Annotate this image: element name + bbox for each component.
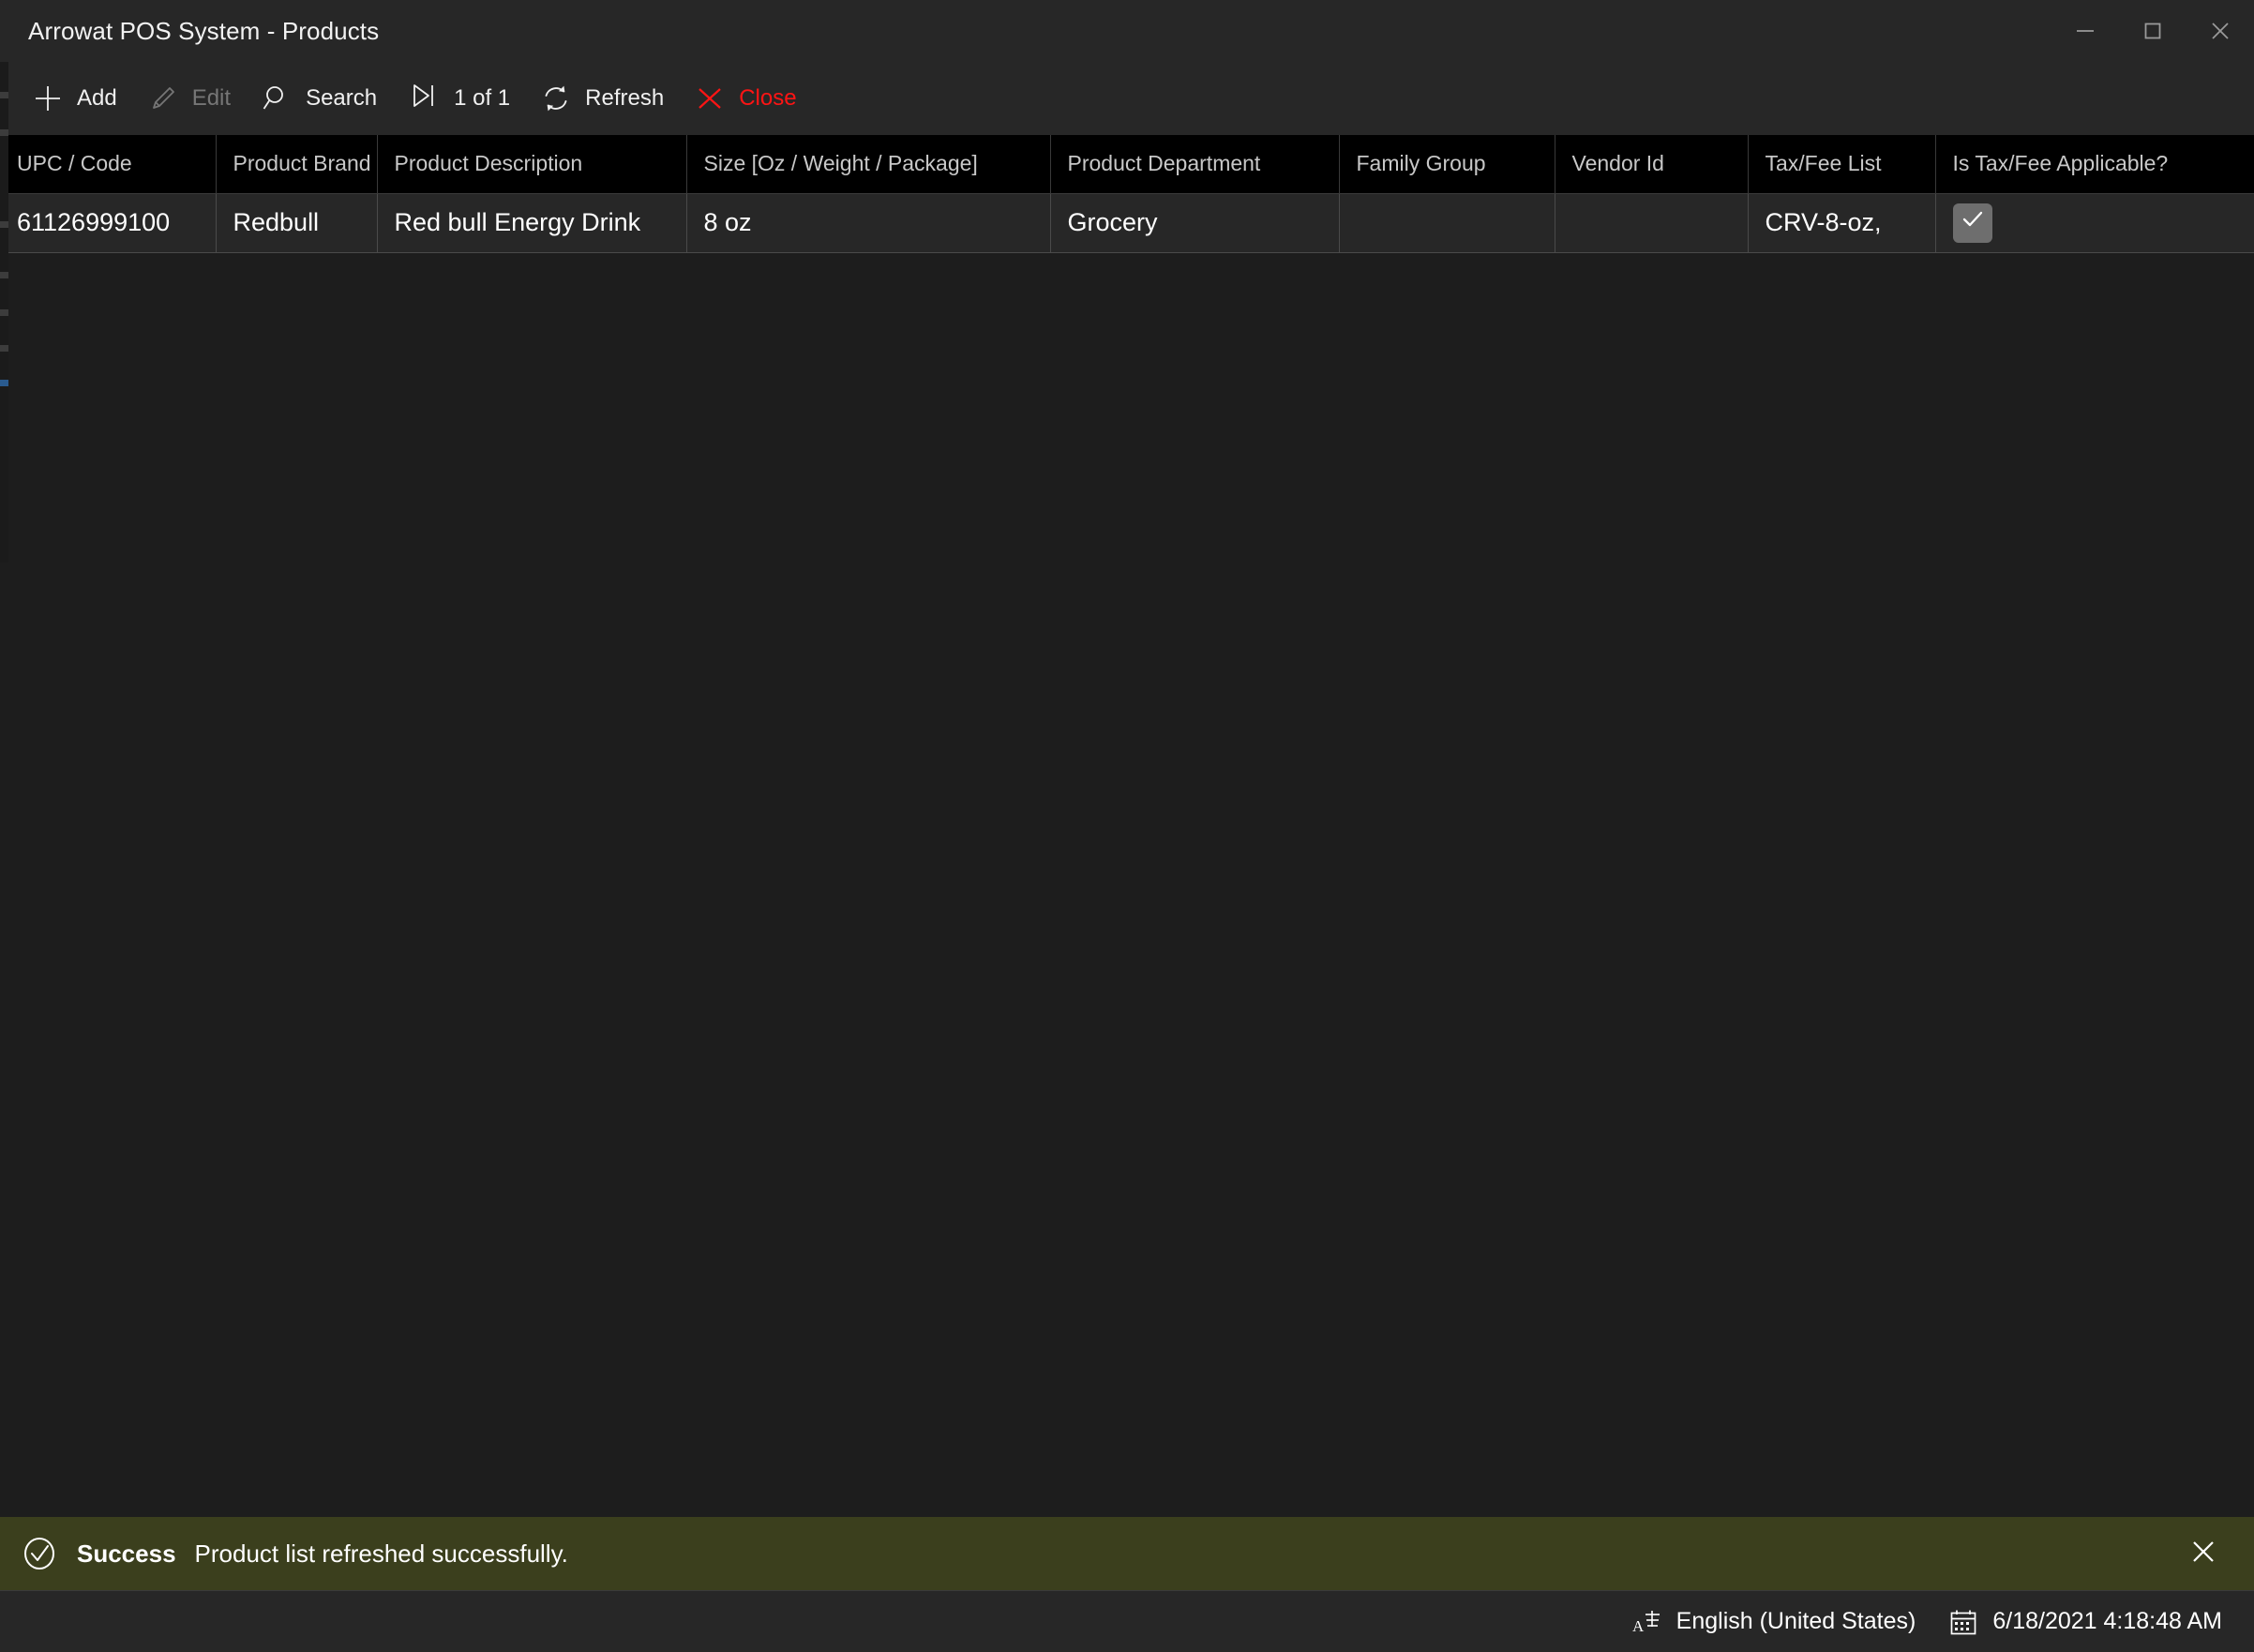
window-close-button[interactable] xyxy=(2186,0,2254,62)
plus-icon xyxy=(32,83,64,114)
column-header-family-group[interactable]: Family Group xyxy=(1339,135,1555,194)
column-header-product-description[interactable]: Product Description xyxy=(377,135,687,194)
datetime-indicator[interactable]: 6/18/2021 4:18:48 AM xyxy=(1947,1606,2222,1638)
add-label: Add xyxy=(77,85,117,111)
datetime-label: 6/18/2021 4:18:48 AM xyxy=(1992,1608,2222,1634)
pager-label: 1 of 1 xyxy=(454,85,511,111)
tax-applicable-checkbox[interactable] xyxy=(1952,203,1992,243)
status-bar: A English (United States) 6/18/2021 4:18… xyxy=(0,1590,2254,1652)
cell-product-brand: Redbull xyxy=(216,193,378,253)
notification-title: Success xyxy=(77,1539,176,1568)
cell-is-tax-fee-applicable xyxy=(1935,193,2254,253)
close-icon xyxy=(2207,18,2233,44)
refresh-label: Refresh xyxy=(585,85,665,111)
calendar-icon xyxy=(1947,1606,1979,1638)
window-title: Arrowat POS System - Products xyxy=(28,16,380,45)
add-button[interactable]: Add xyxy=(17,70,132,127)
cell-family-group xyxy=(1339,193,1555,253)
refresh-circular-arrows-icon xyxy=(540,83,572,114)
pencil-icon xyxy=(147,83,179,114)
column-header-product-department[interactable]: Product Department xyxy=(1050,135,1340,194)
minimize-button[interactable] xyxy=(2051,0,2119,62)
minimize-icon xyxy=(2072,18,2098,44)
maximize-button[interactable] xyxy=(2119,0,2186,62)
cell-size: 8 oz xyxy=(686,193,1051,253)
pager[interactable]: 1 of 1 xyxy=(392,70,525,127)
edit-label: Edit xyxy=(191,85,232,111)
table-header-row: UPC / Code Product Brand Product Descrip… xyxy=(0,135,2254,194)
edit-button[interactable]: Edit xyxy=(132,70,246,127)
maximize-icon xyxy=(2140,18,2166,44)
column-header-product-brand[interactable]: Product Brand xyxy=(216,135,378,194)
svg-text:A: A xyxy=(1632,1617,1645,1635)
cell-upc: 61126999100 xyxy=(0,193,217,253)
search-label: Search xyxy=(306,85,378,111)
background-window-edge xyxy=(0,0,8,563)
close-label: Close xyxy=(739,85,797,111)
check-circle-icon xyxy=(21,1535,58,1572)
cell-vendor-id xyxy=(1555,193,1749,253)
notification-message: Product list refreshed successfully. xyxy=(194,1539,568,1568)
window-controls xyxy=(2051,0,2254,62)
cell-product-department: Grocery xyxy=(1050,193,1340,253)
title-bar: Arrowat POS System - Products xyxy=(0,0,2254,62)
notification-bar: Success Product list refreshed successfu… xyxy=(0,1517,2254,1590)
skip-to-end-icon xyxy=(407,80,439,118)
checkmark-icon xyxy=(1960,206,1986,239)
column-header-is-tax-fee-applicable[interactable]: Is Tax/Fee Applicable? xyxy=(1935,135,2254,194)
refresh-button[interactable]: Refresh xyxy=(525,70,679,127)
products-grid: UPC / Code Product Brand Product Descrip… xyxy=(0,135,2254,1517)
table-row[interactable]: 61126999100 Redbull Red bull Energy Drin… xyxy=(0,193,2254,253)
column-header-tax-fee-list[interactable]: Tax/Fee List xyxy=(1748,135,1936,194)
search-button[interactable]: Search xyxy=(246,70,392,127)
cell-product-description: Red bull Energy Drink xyxy=(377,193,687,253)
close-button[interactable]: Close xyxy=(679,70,811,127)
column-header-upc[interactable]: UPC / Code xyxy=(0,135,217,194)
notification-close-button[interactable] xyxy=(2181,1531,2226,1576)
language-indicator[interactable]: A English (United States) xyxy=(1631,1606,1916,1638)
toolbar: Add Edit Search 1 of 1 Refresh Close xyxy=(0,62,2254,135)
cell-tax-fee-list: CRV-8-oz, xyxy=(1748,193,1936,253)
products-table: UPC / Code Product Brand Product Descrip… xyxy=(0,135,2254,253)
x-icon xyxy=(694,83,726,114)
language-label: English (United States) xyxy=(1675,1608,1916,1634)
column-header-vendor-id[interactable]: Vendor Id xyxy=(1555,135,1749,194)
column-header-size[interactable]: Size [Oz / Weight / Package] xyxy=(686,135,1051,194)
application-window: Arrowat POS System - Products Add Edit S… xyxy=(0,0,2254,1652)
x-icon xyxy=(2186,1535,2220,1573)
magnifier-icon xyxy=(261,83,293,114)
input-language-icon: A xyxy=(1631,1606,1663,1638)
